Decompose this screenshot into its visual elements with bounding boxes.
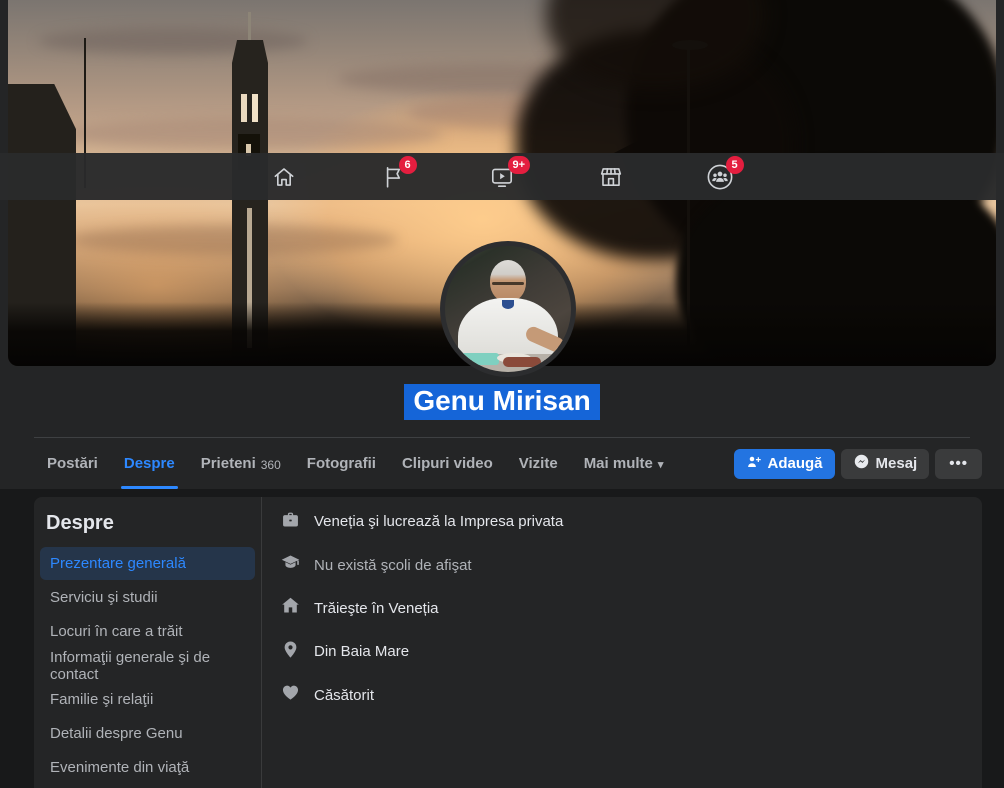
tab-fotografii[interactable]: Fotografii bbox=[294, 438, 389, 489]
add-friend-button[interactable]: Adaugă bbox=[733, 448, 835, 479]
sidebar-item-locuri[interactable]: Locuri în care a trăit bbox=[40, 615, 255, 648]
more-options-button[interactable]: ••• bbox=[935, 448, 982, 479]
profile-action-buttons: Adaugă Mesaj ••• bbox=[733, 448, 982, 479]
tab-vizite[interactable]: Vizite bbox=[506, 438, 571, 489]
sidebar-item-evenimente[interactable]: Evenimente din viaţă bbox=[40, 751, 255, 784]
relationship-info-row: Căsătorit bbox=[280, 674, 962, 717]
about-overview-content: Veneția şi lucrează la Impresa privata N… bbox=[262, 497, 982, 788]
about-card: Despre Prezentare generală Serviciu şi s… bbox=[34, 497, 982, 788]
message-button[interactable]: Mesaj bbox=[840, 448, 930, 479]
profile-name: Genu Mirisan bbox=[404, 384, 600, 420]
cover-street-lamp bbox=[672, 40, 708, 50]
about-heading: Despre bbox=[46, 512, 114, 534]
heart-icon bbox=[280, 682, 301, 708]
friends-count: 360 bbox=[260, 457, 281, 472]
nav-watch-button[interactable]: 9+ bbox=[448, 153, 557, 200]
tab-postari[interactable]: Postări bbox=[34, 438, 111, 489]
profile-picture[interactable] bbox=[440, 241, 576, 377]
lives-in-info-row: Trăieşte în Veneția bbox=[280, 587, 962, 630]
nav-marketplace-button[interactable] bbox=[557, 153, 666, 200]
watch-notification-badge: 9+ bbox=[507, 156, 531, 174]
pages-notification-badge: 6 bbox=[398, 156, 417, 174]
sidebar-item-detalii[interactable]: Detalii despre Genu bbox=[40, 717, 255, 750]
tab-prieteni[interactable]: Prieteni 360 bbox=[188, 438, 294, 489]
graduation-cap-icon bbox=[280, 552, 301, 578]
sidebar-item-serviciu-si-studii[interactable]: Serviciu şi studii bbox=[40, 581, 255, 614]
house-icon bbox=[280, 595, 301, 621]
chevron-down-icon: ▾ bbox=[657, 459, 664, 471]
nav-groups-button[interactable]: 5 bbox=[666, 153, 775, 200]
about-sidebar: Despre Prezentare generală Serviciu şi s… bbox=[34, 497, 262, 788]
person-add-icon bbox=[746, 454, 762, 474]
education-info-row: Nu există şcoli de afişat bbox=[280, 543, 962, 586]
tab-clipuri-video[interactable]: Clipuri video bbox=[389, 438, 506, 489]
groups-notification-badge: 5 bbox=[725, 156, 744, 174]
sidebar-item-informatii-contact[interactable]: Informaţii generale şi de contact bbox=[40, 649, 255, 683]
messenger-icon bbox=[853, 453, 870, 474]
profile-tabs-row: Postări Despre Prieteni 360 Fotografii C… bbox=[34, 438, 982, 489]
tab-despre[interactable]: Despre bbox=[111, 438, 188, 489]
profile-header: 6 9+ 5 Genu Mirisan Postări Despre Priet… bbox=[0, 0, 1004, 489]
tab-mai-multe[interactable]: Mai multe ▾ bbox=[571, 438, 677, 489]
profile-name-row: Genu Mirisan bbox=[0, 384, 1004, 420]
ellipsis-icon: ••• bbox=[949, 455, 968, 472]
about-nav-list: Prezentare generală Serviciu şi studii L… bbox=[40, 547, 255, 784]
location-pin-icon bbox=[280, 639, 301, 665]
nav-home-button[interactable] bbox=[230, 153, 339, 200]
facebook-profile-page: 6 9+ 5 Genu Mirisan Postări Despre Priet… bbox=[0, 0, 1004, 788]
nav-pages-button[interactable]: 6 bbox=[339, 153, 448, 200]
profile-picture-image bbox=[445, 246, 571, 372]
sidebar-item-familie-relatii[interactable]: Familie şi relaţii bbox=[40, 683, 255, 716]
briefcase-icon bbox=[280, 509, 301, 535]
sidebar-item-prezentare-generala[interactable]: Prezentare generală bbox=[40, 547, 255, 580]
marketplace-icon bbox=[598, 164, 624, 190]
work-info-row: Veneția şi lucrează la Impresa privata bbox=[280, 500, 962, 543]
from-info-row: Din Baia Mare bbox=[280, 630, 962, 673]
top-navigation-bar: 6 9+ 5 bbox=[0, 153, 1004, 200]
home-icon bbox=[271, 164, 297, 190]
profile-tabs: Postări Despre Prieteni 360 Fotografii C… bbox=[34, 438, 676, 489]
